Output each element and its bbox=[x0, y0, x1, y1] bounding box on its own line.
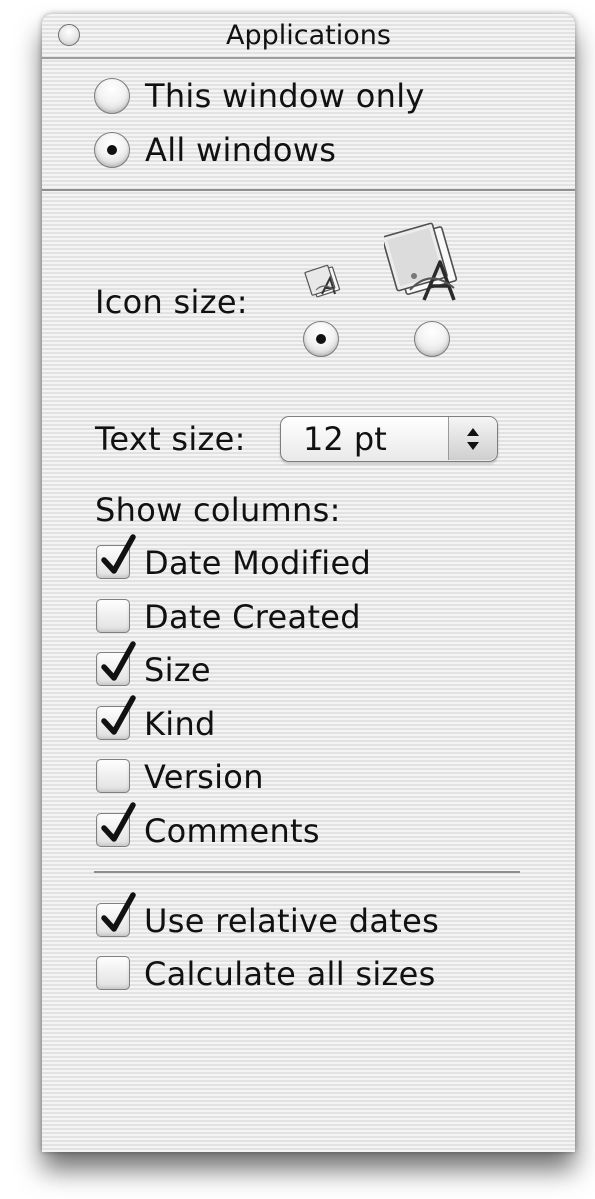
checkbox-version[interactable] bbox=[96, 759, 130, 793]
scope-divider bbox=[42, 189, 575, 191]
radio-all-windows-label[interactable]: All windows bbox=[145, 130, 336, 170]
column-version-label[interactable]: Version bbox=[144, 757, 264, 797]
use-relative-dates-label[interactable]: Use relative dates bbox=[144, 901, 439, 941]
text-size-label: Text size: bbox=[95, 420, 246, 458]
columns-divider bbox=[94, 871, 520, 873]
checkbox-use-relative-dates[interactable] bbox=[96, 892, 136, 937]
window-title: Applications bbox=[226, 20, 391, 51]
radio-all-windows[interactable] bbox=[94, 132, 130, 168]
checkbox-size[interactable] bbox=[96, 641, 136, 686]
calculate-all-sizes-label[interactable]: Calculate all sizes bbox=[144, 954, 436, 994]
radio-this-window-only[interactable] bbox=[94, 78, 130, 114]
checkmark-icon bbox=[101, 641, 136, 681]
checkmark-icon bbox=[101, 695, 136, 735]
small-app-icon bbox=[304, 264, 341, 298]
radio-icon-size-large[interactable] bbox=[414, 321, 450, 357]
popup-arrows-icon[interactable] bbox=[448, 417, 497, 460]
checkbox-comments[interactable] bbox=[96, 802, 136, 847]
checkbox-calculate-all-sizes[interactable] bbox=[96, 956, 130, 990]
checkmark-icon bbox=[101, 534, 136, 574]
column-date-created-label[interactable]: Date Created bbox=[144, 597, 361, 637]
view-options-window: Applications This window only All window… bbox=[42, 14, 575, 1152]
column-date-modified-label[interactable]: Date Modified bbox=[144, 543, 371, 583]
column-kind-label[interactable]: Kind bbox=[144, 704, 216, 744]
checkmark-icon bbox=[101, 892, 136, 932]
checkbox-date-modified[interactable] bbox=[96, 534, 136, 579]
checkbox-date-created[interactable] bbox=[96, 599, 130, 633]
radio-this-window-only-label[interactable]: This window only bbox=[145, 76, 425, 116]
title-divider bbox=[42, 57, 575, 59]
title-bar[interactable]: Applications bbox=[42, 14, 575, 58]
column-size-label[interactable]: Size bbox=[144, 650, 211, 690]
radio-icon-size-small[interactable] bbox=[303, 321, 339, 357]
checkbox-kind[interactable] bbox=[96, 695, 136, 740]
show-columns-label: Show columns: bbox=[95, 491, 341, 529]
checkmark-icon bbox=[101, 802, 136, 842]
text-size-value: 12 pt bbox=[303, 420, 387, 458]
column-comments-label[interactable]: Comments bbox=[144, 811, 320, 851]
large-app-icon bbox=[384, 222, 458, 301]
icon-size-label: Icon size: bbox=[95, 283, 248, 321]
text-size-popup[interactable]: 12 pt bbox=[280, 416, 498, 462]
